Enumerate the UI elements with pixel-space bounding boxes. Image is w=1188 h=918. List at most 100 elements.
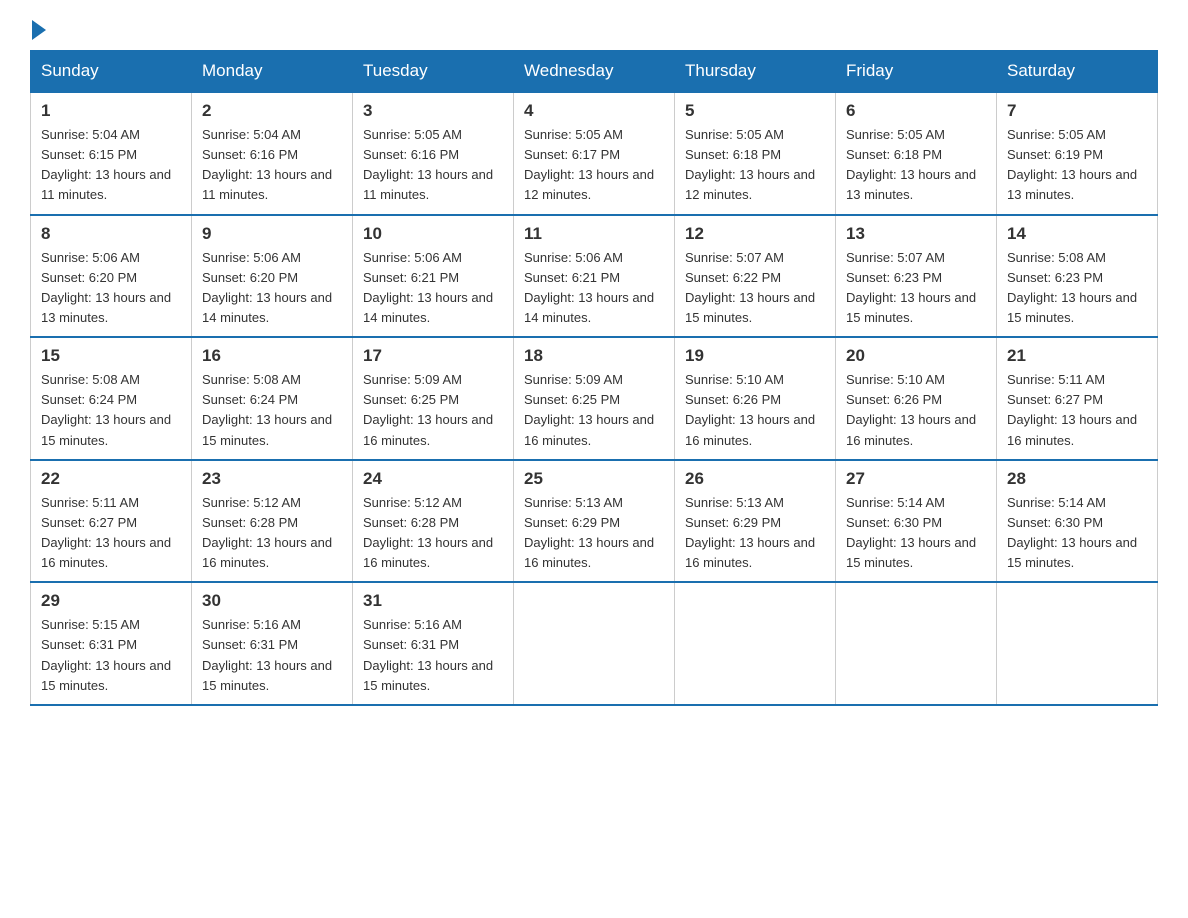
day-number: 11 (524, 224, 664, 244)
calendar-week-row: 29 Sunrise: 5:15 AM Sunset: 6:31 PM Dayl… (31, 582, 1158, 705)
calendar-day-cell: 26 Sunrise: 5:13 AM Sunset: 6:29 PM Dayl… (675, 460, 836, 583)
day-number: 9 (202, 224, 342, 244)
calendar-day-cell: 10 Sunrise: 5:06 AM Sunset: 6:21 PM Dayl… (353, 215, 514, 338)
day-number: 14 (1007, 224, 1147, 244)
calendar-week-row: 8 Sunrise: 5:06 AM Sunset: 6:20 PM Dayli… (31, 215, 1158, 338)
day-number: 20 (846, 346, 986, 366)
calendar-day-cell: 22 Sunrise: 5:11 AM Sunset: 6:27 PM Dayl… (31, 460, 192, 583)
day-number: 26 (685, 469, 825, 489)
calendar-week-row: 15 Sunrise: 5:08 AM Sunset: 6:24 PM Dayl… (31, 337, 1158, 460)
calendar-day-cell: 21 Sunrise: 5:11 AM Sunset: 6:27 PM Dayl… (997, 337, 1158, 460)
calendar-table: SundayMondayTuesdayWednesdayThursdayFrid… (30, 50, 1158, 706)
day-detail: Sunrise: 5:13 AM Sunset: 6:29 PM Dayligh… (524, 493, 664, 574)
calendar-day-cell: 19 Sunrise: 5:10 AM Sunset: 6:26 PM Dayl… (675, 337, 836, 460)
day-detail: Sunrise: 5:10 AM Sunset: 6:26 PM Dayligh… (685, 370, 825, 451)
column-header-wednesday: Wednesday (514, 51, 675, 93)
day-detail: Sunrise: 5:05 AM Sunset: 6:18 PM Dayligh… (846, 125, 986, 206)
calendar-day-cell: 17 Sunrise: 5:09 AM Sunset: 6:25 PM Dayl… (353, 337, 514, 460)
day-number: 15 (41, 346, 181, 366)
day-number: 25 (524, 469, 664, 489)
calendar-header-row: SundayMondayTuesdayWednesdayThursdayFrid… (31, 51, 1158, 93)
day-detail: Sunrise: 5:04 AM Sunset: 6:16 PM Dayligh… (202, 125, 342, 206)
calendar-day-cell: 6 Sunrise: 5:05 AM Sunset: 6:18 PM Dayli… (836, 92, 997, 215)
calendar-day-cell: 9 Sunrise: 5:06 AM Sunset: 6:20 PM Dayli… (192, 215, 353, 338)
day-number: 22 (41, 469, 181, 489)
day-detail: Sunrise: 5:14 AM Sunset: 6:30 PM Dayligh… (846, 493, 986, 574)
day-detail: Sunrise: 5:06 AM Sunset: 6:21 PM Dayligh… (524, 248, 664, 329)
day-detail: Sunrise: 5:14 AM Sunset: 6:30 PM Dayligh… (1007, 493, 1147, 574)
day-number: 24 (363, 469, 503, 489)
day-number: 4 (524, 101, 664, 121)
calendar-day-cell (514, 582, 675, 705)
calendar-day-cell: 28 Sunrise: 5:14 AM Sunset: 6:30 PM Dayl… (997, 460, 1158, 583)
day-number: 28 (1007, 469, 1147, 489)
day-number: 29 (41, 591, 181, 611)
day-number: 13 (846, 224, 986, 244)
column-header-saturday: Saturday (997, 51, 1158, 93)
calendar-day-cell: 5 Sunrise: 5:05 AM Sunset: 6:18 PM Dayli… (675, 92, 836, 215)
column-header-monday: Monday (192, 51, 353, 93)
calendar-day-cell: 11 Sunrise: 5:06 AM Sunset: 6:21 PM Dayl… (514, 215, 675, 338)
day-detail: Sunrise: 5:04 AM Sunset: 6:15 PM Dayligh… (41, 125, 181, 206)
day-detail: Sunrise: 5:08 AM Sunset: 6:24 PM Dayligh… (202, 370, 342, 451)
day-number: 27 (846, 469, 986, 489)
day-detail: Sunrise: 5:07 AM Sunset: 6:22 PM Dayligh… (685, 248, 825, 329)
day-detail: Sunrise: 5:06 AM Sunset: 6:20 PM Dayligh… (41, 248, 181, 329)
day-detail: Sunrise: 5:08 AM Sunset: 6:24 PM Dayligh… (41, 370, 181, 451)
calendar-day-cell: 23 Sunrise: 5:12 AM Sunset: 6:28 PM Dayl… (192, 460, 353, 583)
day-number: 5 (685, 101, 825, 121)
day-detail: Sunrise: 5:16 AM Sunset: 6:31 PM Dayligh… (202, 615, 342, 696)
calendar-day-cell: 7 Sunrise: 5:05 AM Sunset: 6:19 PM Dayli… (997, 92, 1158, 215)
day-number: 3 (363, 101, 503, 121)
day-number: 30 (202, 591, 342, 611)
calendar-week-row: 1 Sunrise: 5:04 AM Sunset: 6:15 PM Dayli… (31, 92, 1158, 215)
calendar-day-cell: 2 Sunrise: 5:04 AM Sunset: 6:16 PM Dayli… (192, 92, 353, 215)
logo-triangle-icon (32, 20, 46, 40)
day-detail: Sunrise: 5:05 AM Sunset: 6:17 PM Dayligh… (524, 125, 664, 206)
day-detail: Sunrise: 5:15 AM Sunset: 6:31 PM Dayligh… (41, 615, 181, 696)
day-detail: Sunrise: 5:11 AM Sunset: 6:27 PM Dayligh… (1007, 370, 1147, 451)
calendar-day-cell: 13 Sunrise: 5:07 AM Sunset: 6:23 PM Dayl… (836, 215, 997, 338)
calendar-day-cell (836, 582, 997, 705)
calendar-day-cell: 12 Sunrise: 5:07 AM Sunset: 6:22 PM Dayl… (675, 215, 836, 338)
column-header-thursday: Thursday (675, 51, 836, 93)
day-number: 17 (363, 346, 503, 366)
day-detail: Sunrise: 5:11 AM Sunset: 6:27 PM Dayligh… (41, 493, 181, 574)
day-detail: Sunrise: 5:07 AM Sunset: 6:23 PM Dayligh… (846, 248, 986, 329)
day-detail: Sunrise: 5:05 AM Sunset: 6:18 PM Dayligh… (685, 125, 825, 206)
day-detail: Sunrise: 5:09 AM Sunset: 6:25 PM Dayligh… (363, 370, 503, 451)
calendar-day-cell (997, 582, 1158, 705)
day-number: 7 (1007, 101, 1147, 121)
day-detail: Sunrise: 5:05 AM Sunset: 6:16 PM Dayligh… (363, 125, 503, 206)
calendar-day-cell: 20 Sunrise: 5:10 AM Sunset: 6:26 PM Dayl… (836, 337, 997, 460)
day-number: 8 (41, 224, 181, 244)
day-detail: Sunrise: 5:06 AM Sunset: 6:20 PM Dayligh… (202, 248, 342, 329)
day-number: 1 (41, 101, 181, 121)
day-number: 23 (202, 469, 342, 489)
day-detail: Sunrise: 5:12 AM Sunset: 6:28 PM Dayligh… (363, 493, 503, 574)
calendar-week-row: 22 Sunrise: 5:11 AM Sunset: 6:27 PM Dayl… (31, 460, 1158, 583)
page-header (30, 20, 1158, 40)
day-number: 19 (685, 346, 825, 366)
logo (30, 20, 46, 40)
calendar-day-cell: 30 Sunrise: 5:16 AM Sunset: 6:31 PM Dayl… (192, 582, 353, 705)
day-detail: Sunrise: 5:08 AM Sunset: 6:23 PM Dayligh… (1007, 248, 1147, 329)
calendar-day-cell: 1 Sunrise: 5:04 AM Sunset: 6:15 PM Dayli… (31, 92, 192, 215)
calendar-day-cell: 16 Sunrise: 5:08 AM Sunset: 6:24 PM Dayl… (192, 337, 353, 460)
day-detail: Sunrise: 5:16 AM Sunset: 6:31 PM Dayligh… (363, 615, 503, 696)
day-detail: Sunrise: 5:12 AM Sunset: 6:28 PM Dayligh… (202, 493, 342, 574)
day-number: 18 (524, 346, 664, 366)
calendar-day-cell: 27 Sunrise: 5:14 AM Sunset: 6:30 PM Dayl… (836, 460, 997, 583)
column-header-sunday: Sunday (31, 51, 192, 93)
calendar-day-cell: 24 Sunrise: 5:12 AM Sunset: 6:28 PM Dayl… (353, 460, 514, 583)
day-number: 10 (363, 224, 503, 244)
day-number: 31 (363, 591, 503, 611)
day-number: 21 (1007, 346, 1147, 366)
day-number: 16 (202, 346, 342, 366)
calendar-day-cell: 29 Sunrise: 5:15 AM Sunset: 6:31 PM Dayl… (31, 582, 192, 705)
calendar-day-cell: 15 Sunrise: 5:08 AM Sunset: 6:24 PM Dayl… (31, 337, 192, 460)
calendar-day-cell (675, 582, 836, 705)
calendar-day-cell: 14 Sunrise: 5:08 AM Sunset: 6:23 PM Dayl… (997, 215, 1158, 338)
day-number: 2 (202, 101, 342, 121)
calendar-day-cell: 31 Sunrise: 5:16 AM Sunset: 6:31 PM Dayl… (353, 582, 514, 705)
